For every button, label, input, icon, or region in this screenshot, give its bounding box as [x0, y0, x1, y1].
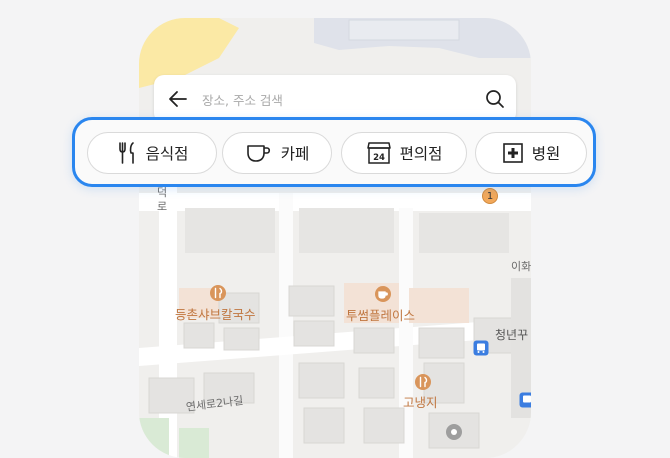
back-arrow-icon[interactable] — [166, 87, 190, 111]
category-chip-label: 편의점 — [399, 145, 443, 163]
street-label: 로 — [157, 200, 168, 213]
cafe-pin-icon[interactable] — [374, 285, 392, 303]
store-24-icon: 24 — [366, 142, 391, 164]
search-input[interactable]: 장소, 주소 검색 — [202, 90, 283, 109]
place-label: 이화 — [511, 260, 531, 273]
coffee-cup-icon — [246, 145, 270, 162]
hospital-cross-icon — [502, 143, 523, 163]
category-chip-restaurant[interactable]: 음식점 — [87, 132, 217, 174]
category-filter-bar: 음식점 카페 24 편의점 병원 — [72, 117, 596, 187]
poi-label[interactable]: 등촌샤브칼국수 — [175, 304, 256, 323]
fork-knife-icon — [118, 142, 134, 164]
restaurant-pin-icon[interactable] — [209, 284, 227, 302]
badge-1[interactable]: 1 — [482, 188, 498, 204]
search-icon[interactable] — [484, 88, 506, 110]
category-chip-hospital[interactable]: 병원 — [475, 132, 587, 174]
poi-label[interactable]: 고냉지 — [403, 392, 438, 411]
landmark-pin-icon[interactable] — [445, 423, 463, 441]
search-bar[interactable]: 장소, 주소 검색 — [154, 75, 516, 123]
poi-label[interactable]: 투썸플레이스 — [346, 305, 415, 324]
place-label: 청년꾸 — [495, 328, 529, 342]
bus-stop-icon[interactable] — [473, 340, 489, 356]
svg-text:24: 24 — [373, 153, 385, 163]
bus-stop-icon[interactable] — [519, 392, 531, 408]
restaurant-pin-icon[interactable] — [414, 373, 432, 391]
badge-label: 1 — [486, 190, 494, 202]
category-chip-label: 병원 — [531, 145, 561, 163]
category-chip-label: 카페 — [280, 145, 310, 163]
category-chip-cafe[interactable]: 카페 — [222, 132, 332, 174]
category-chip-convenience-store[interactable]: 24 편의점 — [341, 132, 467, 174]
category-chip-label: 음식점 — [145, 145, 189, 163]
